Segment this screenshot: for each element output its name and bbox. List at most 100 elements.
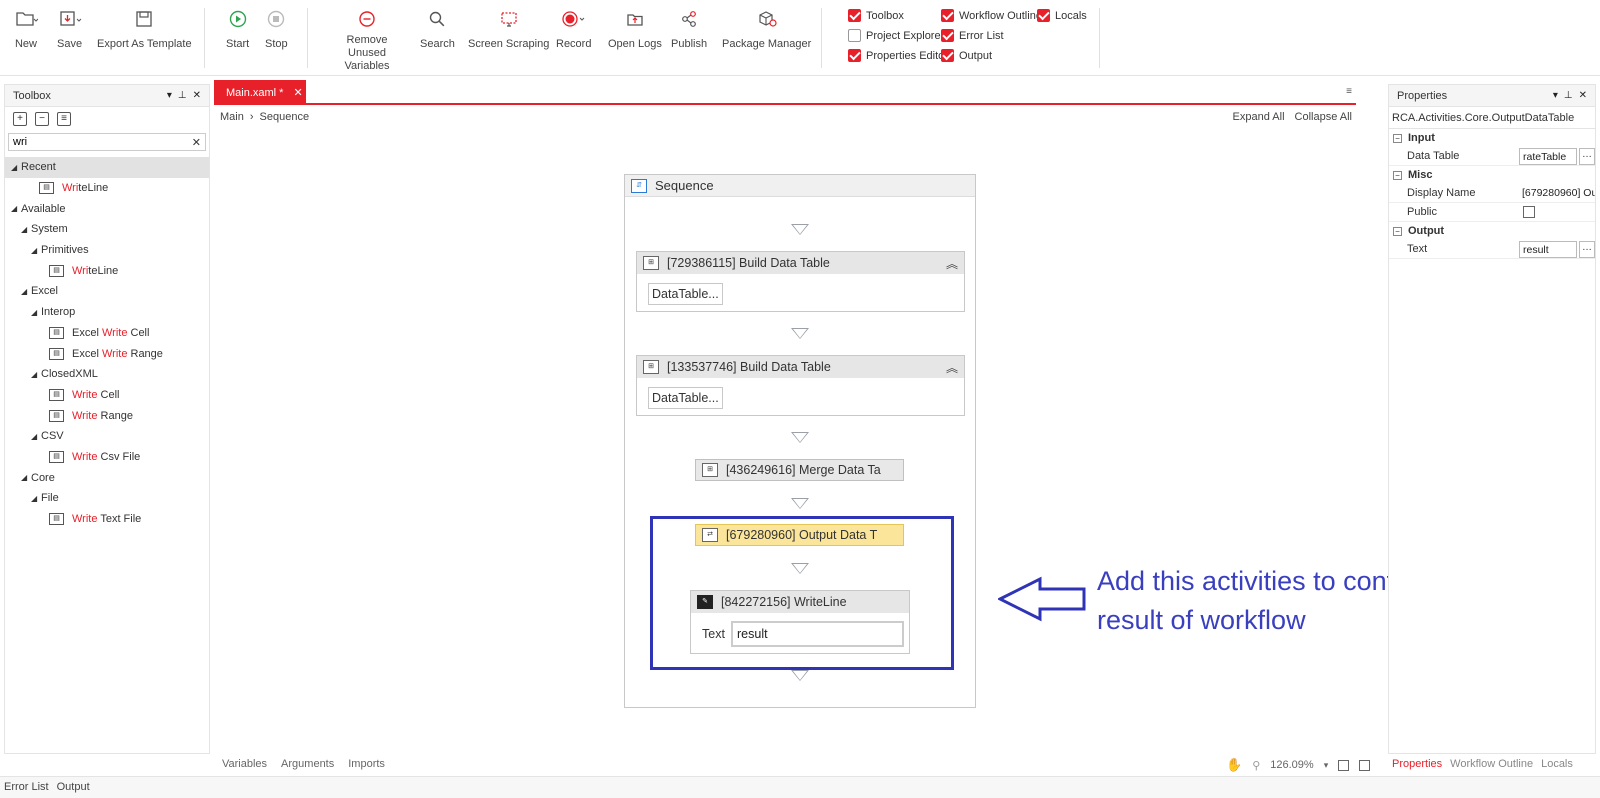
pin-icon[interactable]: ⊥ — [178, 90, 187, 101]
public-checkbox[interactable] — [1523, 206, 1535, 218]
checkbox[interactable] — [848, 49, 861, 62]
drop-target-arrow[interactable] — [791, 224, 809, 235]
tree-group[interactable]: ◢ Core — [5, 467, 209, 488]
collapse-group-icon[interactable]: − — [1393, 170, 1402, 180]
tab-workflow-outline[interactable]: Workflow Outline — [1450, 758, 1533, 770]
open-logs-button[interactable]: Open Logs — [608, 6, 662, 51]
collapse-all-icon[interactable]: − — [35, 112, 49, 126]
tree-group[interactable]: ◢ CSV — [5, 426, 209, 447]
activity-writeline[interactable]: ✎ [842272156] WriteLine Text result — [690, 590, 910, 654]
tab-output[interactable]: Output — [57, 781, 90, 793]
hand-pan-icon[interactable]: ✋ — [1226, 757, 1242, 773]
tab-properties[interactable]: Properties — [1392, 758, 1442, 770]
checkbox[interactable] — [848, 9, 861, 22]
drop-target-arrow[interactable] — [791, 328, 809, 339]
tree-group[interactable]: ◢ Excel — [5, 281, 209, 302]
list-view-icon[interactable]: ≡ — [57, 112, 71, 126]
tab-main-xaml[interactable]: Main.xaml * ✕ — [214, 80, 306, 105]
search-button[interactable]: Search — [420, 6, 455, 51]
tree-group[interactable]: ◢ Primitives — [5, 240, 209, 261]
close-tab-icon[interactable]: ✕ — [293, 86, 302, 99]
tab-arguments[interactable]: Arguments — [281, 758, 334, 770]
tree-activity-item[interactable]: ▤ Excel Write Cell — [5, 323, 209, 344]
expand-arrow-icon[interactable]: ◢ — [21, 287, 31, 296]
tree-activity-item[interactable]: ▤ WriteLine — [5, 260, 209, 281]
tree-group[interactable]: ◢ System — [5, 219, 209, 240]
ellipsis-button[interactable]: … — [1579, 147, 1595, 165]
collapse-group-icon[interactable]: − — [1393, 226, 1402, 236]
toolbox-search-input[interactable] — [13, 136, 192, 148]
drop-target-arrow[interactable] — [791, 432, 809, 443]
collapse-group-icon[interactable]: − — [1393, 133, 1402, 143]
writeline-text-input[interactable]: result — [731, 621, 904, 647]
tree-group[interactable]: ◢ File — [5, 488, 209, 509]
collapse-all-link[interactable]: Collapse All — [1295, 111, 1352, 123]
datatable-button-2[interactable]: DataTable... — [648, 387, 723, 409]
drop-target-arrow[interactable] — [791, 670, 809, 681]
expand-arrow-icon[interactable]: ◢ — [31, 308, 41, 317]
text-field[interactable]: result — [1519, 240, 1577, 258]
toggle-properties-editor[interactable]: Properties Editor — [848, 49, 948, 62]
drop-target-arrow[interactable] — [791, 498, 809, 509]
expand-arrow-icon[interactable]: ◢ — [11, 163, 21, 172]
tree-activity-item[interactable]: ▤ Write Text File — [5, 509, 209, 530]
chevron-down-icon[interactable]: ▾ — [1324, 760, 1329, 771]
export-template-button[interactable]: Export As Template — [97, 6, 192, 51]
publish-button[interactable]: Publish — [671, 6, 707, 51]
dropdown-icon[interactable]: ▾ — [167, 90, 172, 101]
datatable-button-1[interactable]: DataTable... — [648, 283, 723, 305]
activity-output-data-table[interactable]: ⇄ [679280960] Output Data T — [695, 524, 904, 546]
expand-arrow-icon[interactable]: ◢ — [31, 494, 41, 503]
tree-activity-item[interactable]: ▤ Excel Write Range — [5, 343, 209, 364]
group-misc[interactable]: − Misc — [1389, 166, 1595, 184]
group-input[interactable]: − Input — [1389, 129, 1595, 147]
tree-group[interactable]: ◢ Interop — [5, 302, 209, 323]
checkbox[interactable] — [941, 29, 954, 42]
expand-all-link[interactable]: Expand All — [1233, 111, 1285, 123]
expand-arrow-icon[interactable]: ◢ — [11, 204, 21, 213]
toggle-error-list[interactable]: Error List — [941, 29, 1004, 42]
drop-target-arrow[interactable] — [791, 563, 809, 574]
record-button[interactable]: Record — [556, 6, 591, 51]
data-table-field[interactable]: rateTable — [1519, 147, 1577, 165]
breadcrumb-main[interactable]: Main — [220, 111, 244, 123]
close-icon[interactable]: ✕ — [1579, 90, 1587, 101]
package-manager-button[interactable]: Package Manager — [722, 6, 811, 51]
zoom-icon[interactable]: ⚲ — [1252, 759, 1260, 772]
tab-error-list[interactable]: Error List — [4, 781, 49, 793]
checkbox[interactable] — [941, 9, 954, 22]
toggle-workflow-outline[interactable]: Workflow Outline — [941, 9, 1042, 22]
save-button[interactable]: Save — [57, 6, 82, 51]
checkbox[interactable] — [1037, 9, 1050, 22]
tree-activity-item[interactable]: ▤ WriteLine — [5, 178, 209, 199]
breadcrumb-sequence[interactable]: Sequence — [260, 111, 310, 123]
checkbox[interactable] — [941, 49, 954, 62]
tab-locals[interactable]: Locals — [1541, 758, 1573, 770]
tab-variables[interactable]: Variables — [222, 758, 267, 770]
tab-list-icon[interactable]: ≡ — [1346, 86, 1352, 97]
expand-arrow-icon[interactable]: ◢ — [21, 473, 31, 482]
remove-unused-variables-button[interactable]: Remove Unused Variables — [328, 6, 406, 73]
start-button[interactable]: Start — [226, 6, 249, 51]
checkbox[interactable] — [848, 29, 861, 42]
activity-merge-data-table[interactable]: ⊞ [436249616] Merge Data Ta — [695, 459, 904, 481]
stop-button[interactable]: Stop — [265, 6, 288, 51]
zoom-level[interactable]: 126.09% — [1270, 759, 1313, 771]
toggle-output[interactable]: Output — [941, 49, 992, 62]
display-name-field[interactable]: [679280960] Out — [1519, 185, 1595, 202]
tree-group[interactable]: ◢ Recent — [5, 157, 209, 178]
collapse-icon[interactable]: ︽ — [946, 255, 958, 272]
toggle-project-explorer[interactable]: Project Explorer — [848, 29, 944, 42]
toggle-toolbox[interactable]: Toolbox — [848, 9, 904, 22]
tree-group[interactable]: ◢ ClosedXML — [5, 364, 209, 385]
screen-scraping-button[interactable]: Screen Scraping — [468, 6, 549, 51]
tab-imports[interactable]: Imports — [348, 758, 385, 770]
expand-arrow-icon[interactable]: ◢ — [31, 432, 41, 441]
expand-all-icon[interactable]: + — [13, 112, 27, 126]
new-button[interactable]: New — [14, 6, 38, 51]
ellipsis-button[interactable]: … — [1579, 240, 1595, 258]
clear-search-icon[interactable]: ✕ — [192, 136, 201, 149]
fit-screen-icon[interactable] — [1338, 759, 1350, 771]
expand-arrow-icon[interactable]: ◢ — [31, 370, 41, 379]
pin-icon[interactable]: ⊥ — [1564, 90, 1573, 101]
